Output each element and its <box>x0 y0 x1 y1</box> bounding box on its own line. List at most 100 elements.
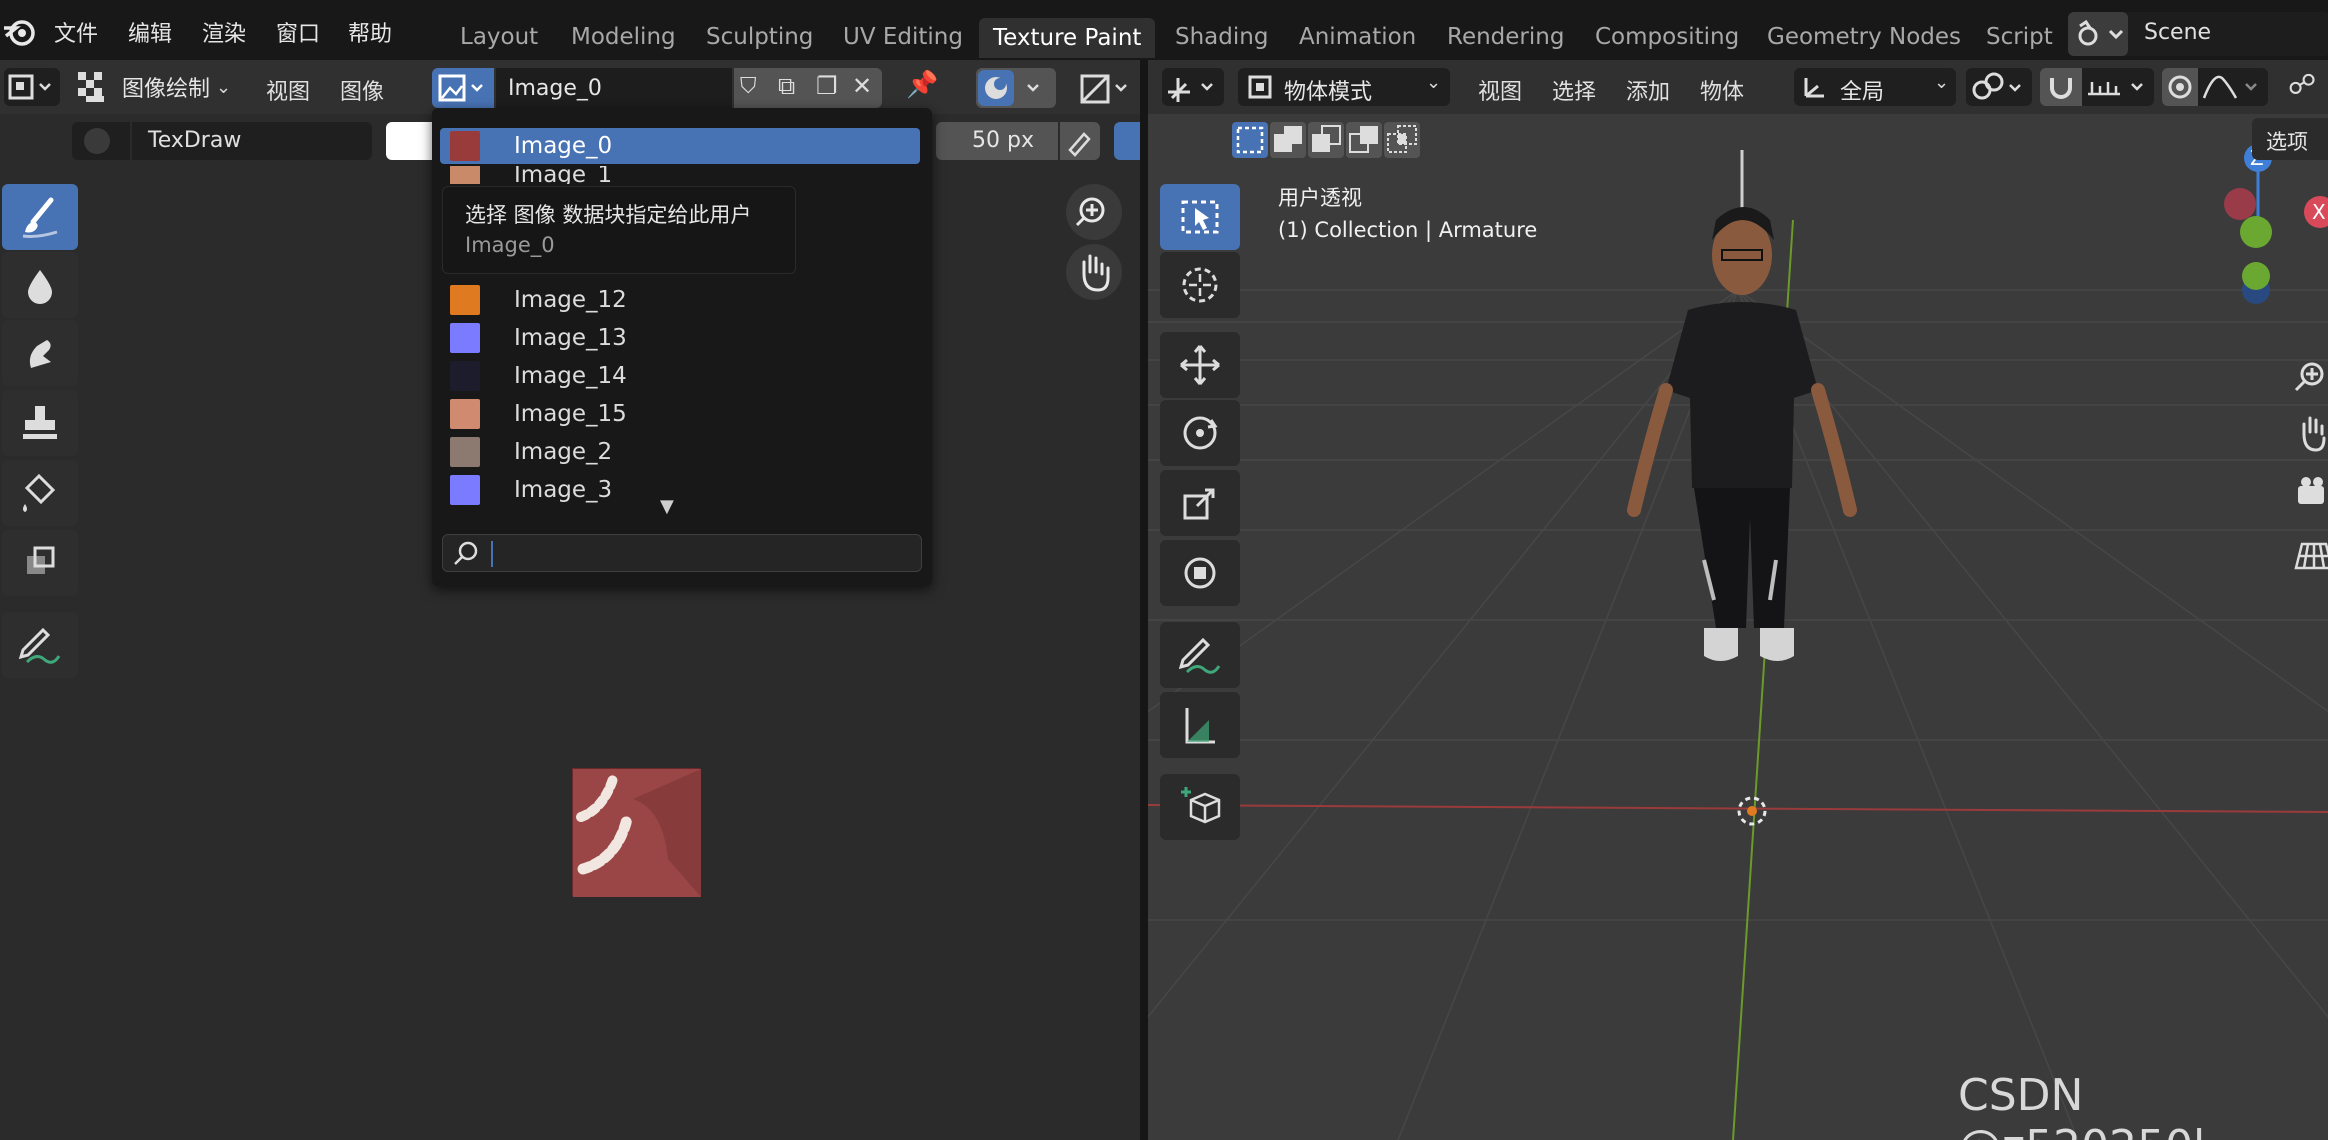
menu-file[interactable]: 文件 <box>54 16 98 48</box>
tool-select-box[interactable] <box>1160 184 1240 250</box>
pan-hand-icon[interactable] <box>2290 408 2328 456</box>
radius-field[interactable]: 50 px <box>936 122 1058 160</box>
viewport-menu-add[interactable]: 添加 <box>1626 74 1670 106</box>
select-box-extend[interactable] <box>1270 122 1306 158</box>
tab-layout[interactable]: Layout <box>460 24 538 50</box>
falloff-button[interactable] <box>2198 68 2268 106</box>
tool-cursor[interactable] <box>1160 252 1240 318</box>
tab-sculpting[interactable]: Sculpting <box>706 24 813 50</box>
tool-mask[interactable] <box>2 530 78 596</box>
fake-user-shield-icon[interactable]: ⛉ <box>740 74 757 99</box>
area-divider[interactable] <box>1140 60 1148 1140</box>
tab-geometry-nodes[interactable]: Geometry Nodes <box>1767 24 1961 50</box>
strength-slider[interactable] <box>1114 122 1140 160</box>
open-image-icon[interactable]: ❐ <box>816 72 838 100</box>
image-name-field[interactable]: Image_0 <box>496 68 732 108</box>
scroll-down-arrow-icon[interactable]: ▼ <box>660 496 674 517</box>
object-mode-selector[interactable]: 物体模式 ⌄ <box>1238 68 1450 106</box>
tool-fill[interactable] <box>2 460 78 526</box>
3d-viewport[interactable]: Z X 用户透视 (1) Collection | Armature <box>1148 60 2328 1140</box>
list-item-image-2[interactable]: Image_2 <box>440 434 920 470</box>
list-item-image-1[interactable]: Image_1 <box>440 166 920 184</box>
pivot-point-button[interactable] <box>1966 68 2032 106</box>
brush-color-swatch[interactable] <box>386 122 436 160</box>
display-channels-button[interactable] <box>976 68 1056 108</box>
list-item-image-15[interactable]: Image_15 <box>440 396 920 432</box>
editor-type-button[interactable] <box>4 68 60 106</box>
proportional-editing-toggle[interactable] <box>2162 68 2198 106</box>
select-box-subtract[interactable] <box>1308 122 1344 158</box>
navigation-gizmo[interactable]: Z X <box>2224 144 2328 304</box>
list-item-image-14[interactable]: Image_14 <box>440 358 920 394</box>
character-model[interactable] <box>1627 150 1857 661</box>
tab-compositing[interactable]: Compositing <box>1595 24 1739 50</box>
select-box-invert[interactable] <box>1346 122 1382 158</box>
menu-edit[interactable]: 编辑 <box>128 16 172 48</box>
unlink-close-icon[interactable]: ✕ <box>852 72 872 100</box>
browse-image-button[interactable] <box>432 68 494 108</box>
viewport-menu-view[interactable]: 视图 <box>1478 74 1522 106</box>
viewport-menu-select[interactable]: 选择 <box>1552 74 1596 106</box>
overlay-settings-icon[interactable]: ☍ <box>2288 68 2316 101</box>
tab-uv-editing[interactable]: UV Editing <box>843 24 963 50</box>
tab-script[interactable]: Script <box>1986 24 2053 50</box>
list-item-image-3[interactable]: Image_3 <box>440 472 920 508</box>
tab-animation[interactable]: Animation <box>1299 24 1416 50</box>
tool-soften[interactable] <box>2 252 78 318</box>
image-thumbnail <box>450 399 480 429</box>
tool-add-cube[interactable] <box>1160 774 1240 840</box>
menu-help[interactable]: 帮助 <box>348 16 392 48</box>
scene-icon-button[interactable] <box>2068 12 2128 56</box>
tool-rotate[interactable] <box>1160 400 1240 466</box>
pressure-pen-icon[interactable] <box>1060 122 1100 160</box>
list-item-image-13[interactable]: Image_13 <box>440 320 920 356</box>
tool-annotate-vp[interactable] <box>1160 622 1240 688</box>
select-box-intersect[interactable] <box>1384 122 1420 158</box>
tool-annotate[interactable] <box>2 612 78 678</box>
tool-measure[interactable] <box>1160 692 1240 758</box>
tool-smear[interactable] <box>2 320 78 386</box>
viewport-editor-type-button[interactable] <box>1162 68 1224 106</box>
tool-scale[interactable] <box>1160 470 1240 536</box>
zoom-icon[interactable] <box>1066 184 1122 240</box>
tab-texture-paint[interactable]: Texture Paint <box>979 18 1156 58</box>
select-box-new[interactable] <box>1232 122 1268 158</box>
tool-transform[interactable] <box>1160 540 1240 606</box>
texture-canvas-image[interactable] <box>572 768 701 897</box>
snap-target-button[interactable] <box>2082 68 2154 106</box>
tab-shading[interactable]: Shading <box>1175 24 1268 50</box>
image-editor-header: 图像绘制 ⌄ 视图 图像 Image_0 ⛉ ⧉ ❐ ✕ 📌 <box>0 60 1140 114</box>
object-mode-label: 物体模式 <box>1284 80 1373 105</box>
viewport-collection-label: (1) Collection | Armature <box>1278 218 1538 242</box>
image-search-input[interactable] <box>442 534 922 572</box>
menu-render[interactable]: 渲染 <box>202 16 246 48</box>
mode-selector[interactable]: 图像绘制 ⌄ <box>76 68 231 106</box>
blender-logo-icon[interactable] <box>2 14 38 50</box>
view-mode-button[interactable] <box>1078 68 1138 108</box>
tool-draw[interactable] <box>2 184 78 250</box>
menu-view[interactable]: 视图 <box>266 74 310 106</box>
options-button[interactable]: 选项 <box>2252 118 2328 160</box>
viewport-menu-object[interactable]: 物体 <box>1700 74 1744 106</box>
image-browse-popup: Image_0 Image_1 Image_12 Image_13 Image_… <box>432 108 932 586</box>
editor-type-icon <box>8 74 51 100</box>
new-image-icon[interactable]: ⧉ <box>778 72 795 100</box>
image-label: Image_12 <box>514 287 627 313</box>
list-item-image-0[interactable]: Image_0 <box>440 128 920 164</box>
tab-modeling[interactable]: Modeling <box>571 24 676 50</box>
perspective-grid-icon[interactable] <box>2290 530 2328 578</box>
snap-toggle[interactable] <box>2040 68 2082 106</box>
brush-selector[interactable]: TexDraw <box>72 122 372 160</box>
tool-move[interactable] <box>1160 332 1240 398</box>
tab-rendering[interactable]: Rendering <box>1447 24 1564 50</box>
pin-icon[interactable]: 📌 <box>906 70 938 100</box>
transform-orientation-selector[interactable]: 全局 ⌄ <box>1794 68 1956 106</box>
menu-window[interactable]: 窗口 <box>276 16 320 48</box>
list-item-image-12[interactable]: Image_12 <box>440 282 920 318</box>
menu-image[interactable]: 图像 <box>340 74 384 106</box>
pan-hand-icon[interactable] <box>1066 244 1122 300</box>
camera-view-icon[interactable] <box>2290 468 2328 516</box>
zoom-icon[interactable] <box>2290 352 2328 400</box>
checker-paint-icon <box>78 72 104 102</box>
tool-clone[interactable] <box>2 390 78 456</box>
